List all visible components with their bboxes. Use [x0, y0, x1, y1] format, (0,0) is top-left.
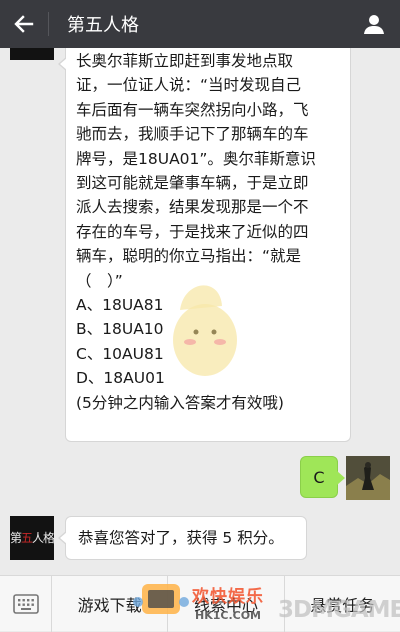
person-icon — [364, 15, 384, 34]
question-line: 牌号，是18UA01”。奥尔菲斯意识 — [76, 149, 316, 168]
user-answer: C — [313, 467, 325, 487]
question-line: 辆车，聪明的你立马指出：“就是 — [76, 247, 302, 266]
back-button[interactable] — [0, 0, 48, 48]
question-line: D、18AU01 — [76, 369, 165, 388]
keyboard-icon — [12, 593, 39, 614]
question-line: 长奥尔菲斯立即赶到事发地点取 — [76, 52, 294, 70]
question-line: C、10AU81 — [76, 344, 164, 363]
question-line: 证，一位证人说：“当时发现自己 — [76, 76, 302, 95]
official-avatar[interactable]: 第五人格 — [10, 48, 54, 60]
question-line: 存在的车号，于是找来了近似的四 — [76, 222, 309, 241]
topbar-divider — [48, 12, 49, 36]
user-message-bubble: C — [300, 456, 345, 498]
question-line: 到这可能就是肇事车辆，于是立即 — [76, 174, 309, 193]
watermark-text-3dm: 3DMGAME — [278, 597, 400, 623]
question-line: B、18UA10 — [76, 320, 164, 339]
menu-game-download[interactable]: 游戏下载 — [52, 575, 169, 632]
question-line: 派人去搜索，结果发现那是一个不 — [76, 198, 309, 217]
reply-text: 恭喜您答对了，获得 5 积分。 — [78, 528, 284, 547]
question-bubble: 长奥尔菲斯立即赶到事发地点取 证，一位证人说：“当时发现自己 车后面有一辆车突然拐向… — [58, 48, 351, 442]
keyboard-toggle-button[interactable] — [0, 575, 52, 632]
question-line: (5分钟之内输入答案才有效哦) — [76, 393, 284, 412]
official-avatar-reply[interactable]: 第五人格 — [10, 516, 54, 560]
reply-bubble: 恭喜您答对了，获得 5 积分。 — [58, 516, 307, 560]
top-bar: 第五人格 — [0, 0, 400, 48]
watermark-text-brand: 欢快娱乐 — [192, 587, 264, 607]
user-avatar-image — [346, 456, 390, 500]
watermark-text-site: HK1C.COM — [195, 609, 262, 622]
question-line: A、18UA81 — [76, 296, 164, 315]
question-line: （ ）” — [76, 271, 123, 290]
chat-title: 第五人格 — [67, 15, 139, 36]
question-line: 车后面有一辆车突然拐向小路，飞 — [76, 100, 309, 119]
arrow-left-icon — [14, 15, 34, 33]
official-logo-reply: 第五人格 — [10, 531, 54, 545]
profile-button[interactable] — [348, 0, 400, 48]
question-line: 驰而去，我顺手记下了那辆车的车 — [76, 125, 309, 144]
user-avatar[interactable] — [346, 456, 390, 500]
chat-area: 第五人格 长奥尔菲斯立即赶到事发地点取证，一位证人说：“当时发现自己车后面有一辆… — [0, 48, 400, 575]
question-text: 长奥尔菲斯立即赶到事发地点取 证，一位证人说：“当时发现自己 车后面有一辆车突然拐向… — [76, 49, 340, 415]
